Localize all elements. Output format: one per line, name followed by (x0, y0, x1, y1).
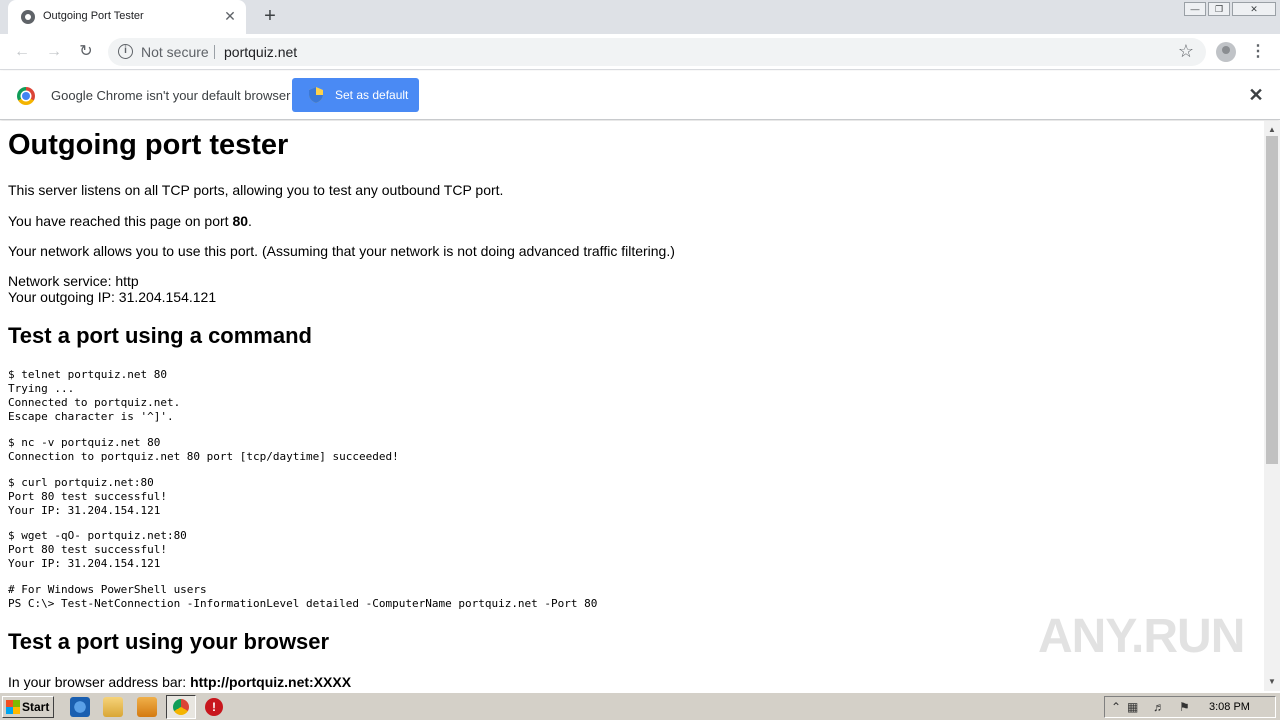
browser-test-prefix: In your browser address bar: (8, 674, 191, 690)
intro-text: This server listens on all TCP ports, al… (8, 182, 504, 198)
tab-outgoing-port-tester[interactable]: Outgoing Port Tester ✕ (8, 0, 246, 34)
menu-kebab-icon[interactable]: ⋮ (1250, 42, 1266, 62)
tab-title: Outgoing Port Tester (43, 10, 144, 22)
start-button[interactable]: Start (2, 696, 54, 718)
system-tray: ⌃ ▦ ♬ ⚑ 3:08 PM (1104, 696, 1276, 718)
browser-toolbar: ← → ↻ i Not secure portquiz.net ☆ ⋮ (0, 34, 1280, 70)
set-as-default-button[interactable]: Set as default (292, 78, 419, 112)
chrome-taskbar-button[interactable] (166, 695, 196, 719)
tab-strip: Outgoing Port Tester ✕ + — ❐ ✕ (0, 0, 1280, 34)
browser-test-url: http://portquiz.net:XXXX (190, 674, 352, 690)
outgoing-ip-text: Your outgoing IP: 31.204.154.121 (8, 289, 217, 305)
profile-avatar-icon[interactable] (1216, 42, 1236, 62)
tab-close-button[interactable]: ✕ (222, 8, 238, 24)
command-block-telnet: $ telnet portquiz.net 80 Trying ... Conn… (8, 368, 181, 423)
restore-button[interactable]: ❐ (1208, 2, 1230, 16)
infobar-message: Google Chrome isn't your default browser (51, 88, 291, 103)
network-allowed-text: Your network allows you to use this port… (8, 243, 675, 259)
set-as-default-label: Set as default (335, 88, 409, 102)
command-block-nc: $ nc -v portquiz.net 80 Connection to po… (8, 436, 399, 463)
address-bar[interactable]: i Not secure portquiz.net ☆ (108, 38, 1206, 66)
taskbar-clock[interactable]: 3:08 PM (1209, 701, 1250, 713)
volume-icon[interactable]: ♬ (1153, 700, 1165, 714)
url-text[interactable]: portquiz.net (224, 44, 297, 60)
command-block-powershell: # For Windows PowerShell users PS C:\> T… (8, 583, 598, 610)
windows-logo-icon (6, 700, 20, 714)
security-label[interactable]: Not secure (141, 44, 209, 60)
reload-button[interactable]: ↻ (76, 42, 96, 62)
media-player-icon[interactable] (137, 697, 157, 717)
network-icon[interactable]: ▦ (1127, 700, 1138, 714)
back-button[interactable]: ← (12, 42, 32, 62)
scrollbar-thumb[interactable] (1266, 136, 1278, 464)
default-browser-infobar: Google Chrome isn't your default browser… (0, 71, 1280, 120)
stop-sign-icon[interactable]: ! (205, 698, 223, 716)
windows-taskbar: Start ! ⌃ ▦ ♬ ⚑ 3:08 PM (0, 692, 1280, 720)
chrome-icon (173, 699, 189, 715)
reached-prefix: You have reached this page on port (8, 213, 233, 229)
start-label: Start (22, 700, 50, 714)
minimize-button[interactable]: — (1184, 2, 1206, 16)
shield-icon (309, 87, 323, 103)
page-scrollbar[interactable]: ▲ ▼ (1264, 121, 1280, 691)
info-icon[interactable]: i (118, 44, 133, 59)
window-close-button[interactable]: ✕ (1232, 2, 1276, 16)
page-content: Outgoing port tester This server listens… (0, 121, 1264, 691)
action-center-flag-icon[interactable]: ⚑ (1179, 700, 1190, 714)
globe-icon (21, 10, 35, 24)
network-service-text: Network service: http (8, 273, 139, 289)
bookmark-star-icon[interactable]: ☆ (1178, 41, 1194, 62)
command-block-wget: $ wget -qO- portquiz.net:80 Port 80 test… (8, 529, 187, 570)
address-separator (214, 45, 215, 59)
port-number: 80 (232, 213, 249, 229)
chrome-logo-icon (17, 87, 35, 105)
new-tab-button[interactable]: + (260, 6, 280, 26)
scroll-up-arrow-icon[interactable]: ▲ (1264, 123, 1280, 137)
anyrun-watermark: ANY.RUN (1038, 610, 1245, 663)
file-explorer-icon[interactable] (103, 697, 123, 717)
page-title: Outgoing port tester (8, 129, 289, 161)
browser-test-text: In your browser address bar: http://port… (8, 674, 351, 690)
infobar-close-button[interactable]: ✕ (1246, 85, 1266, 105)
reached-port-text: You have reached this page on port 80. (8, 213, 252, 229)
section-heading-command: Test a port using a command (8, 323, 312, 348)
internet-explorer-icon[interactable] (70, 697, 90, 717)
scroll-down-arrow-icon[interactable]: ▼ (1264, 675, 1280, 689)
reached-suffix: . (248, 213, 252, 229)
tray-expand-icon[interactable]: ⌃ (1111, 700, 1121, 714)
command-block-curl: $ curl portquiz.net:80 Port 80 test succ… (8, 476, 167, 517)
forward-button[interactable]: → (44, 42, 64, 62)
section-heading-browser: Test a port using your browser (8, 629, 330, 654)
